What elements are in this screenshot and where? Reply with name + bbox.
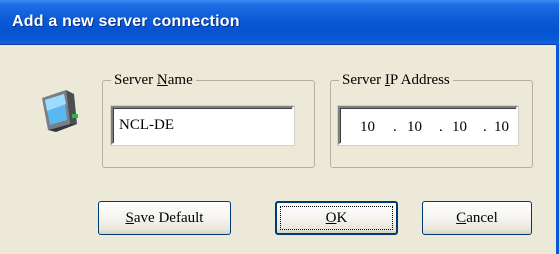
server-name-label: Server Name bbox=[114, 72, 193, 88]
ip-separator: . bbox=[393, 119, 397, 135]
cancel-button[interactable]: Cancel bbox=[422, 201, 532, 235]
ip-address-input[interactable]: 10 . 10 . 10 . 10 bbox=[338, 106, 518, 145]
ip-separator: . bbox=[439, 119, 443, 135]
server-computer-icon bbox=[36, 84, 86, 134]
ip-octet-3[interactable]: 10 bbox=[452, 117, 467, 137]
title-bar[interactable]: Add a new server connection bbox=[0, 0, 559, 45]
ip-octet-2[interactable]: 10 bbox=[407, 117, 422, 137]
window-title: Add a new server connection bbox=[12, 13, 240, 30]
ip-octet-1[interactable]: 10 bbox=[360, 117, 375, 137]
server-name-input[interactable]: NCL-DE bbox=[111, 106, 294, 145]
server-name-value: NCL-DE bbox=[119, 117, 174, 133]
ok-button[interactable]: OK bbox=[275, 201, 398, 235]
ip-octet-4[interactable]: 10 bbox=[494, 117, 509, 137]
focus-rect bbox=[280, 206, 393, 230]
save-default-button[interactable]: Save Default bbox=[98, 201, 231, 235]
server-ip-label: Server IP Address bbox=[342, 72, 450, 88]
ip-separator: . bbox=[483, 119, 487, 135]
